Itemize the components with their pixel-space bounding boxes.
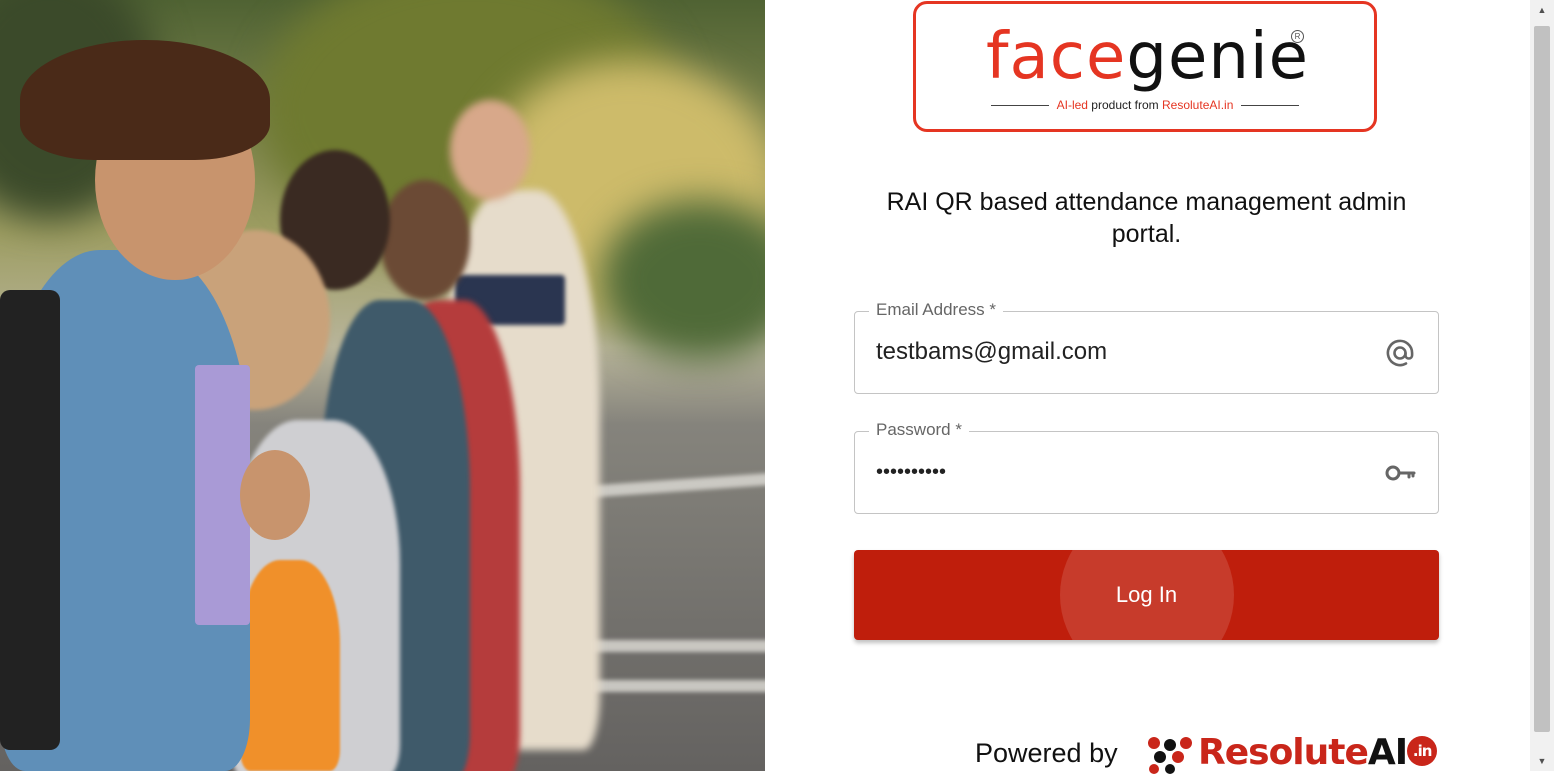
tagline-ai-led: AI-led (1056, 98, 1088, 112)
password-field[interactable]: Password * •••••••••• (854, 420, 1439, 514)
registered-mark: R (1291, 30, 1304, 43)
brand-in-badge: .in (1407, 736, 1438, 766)
brand-ai: AI (1367, 732, 1408, 773)
login-button-label: Log In (1115, 582, 1178, 607)
tagline-divider-left (990, 105, 1049, 107)
password-input[interactable]: •••••••••• (876, 461, 1356, 484)
hero-photo (0, 0, 765, 771)
tagline-product-from: product from (1087, 98, 1162, 112)
email-field[interactable]: Email Address * (854, 300, 1439, 394)
login-button[interactable]: Log In (854, 550, 1439, 640)
resoluteai-logo: ResoluteAI .in (1146, 732, 1438, 774)
page-scrollbar[interactable]: ▲ ▼ (1530, 0, 1554, 771)
resoluteai-mark-icon (1148, 737, 1192, 774)
scrollbar-thumb[interactable] (1534, 26, 1550, 732)
logo-word-genie: genie (1126, 20, 1310, 94)
page-subtitle: RAI QR based attendance management admin… (886, 188, 1407, 248)
at-icon (1386, 339, 1414, 367)
key-icon (1385, 465, 1416, 481)
powered-by-label: Powered by (975, 738, 1118, 768)
email-input[interactable] (876, 338, 1356, 366)
scroll-up-arrow-icon[interactable]: ▲ (1530, 0, 1554, 20)
tagline-divider-right (1241, 105, 1300, 107)
email-label: Email Address * (869, 300, 1003, 320)
logo-tagline: AI-led product from ResoluteAI.in (916, 98, 1374, 112)
logo-word-face: face (986, 20, 1127, 94)
tagline-brand: ResoluteAI.in (1162, 98, 1234, 112)
facegenie-logo: facegenie R AI-led product from Resolute… (913, 1, 1377, 132)
scroll-down-arrow-icon[interactable]: ▼ (1530, 751, 1554, 771)
brand-resolute: Resolute (1198, 732, 1369, 773)
password-label: Password * (869, 420, 969, 440)
logo-wordmark: facegenie (986, 22, 1309, 92)
